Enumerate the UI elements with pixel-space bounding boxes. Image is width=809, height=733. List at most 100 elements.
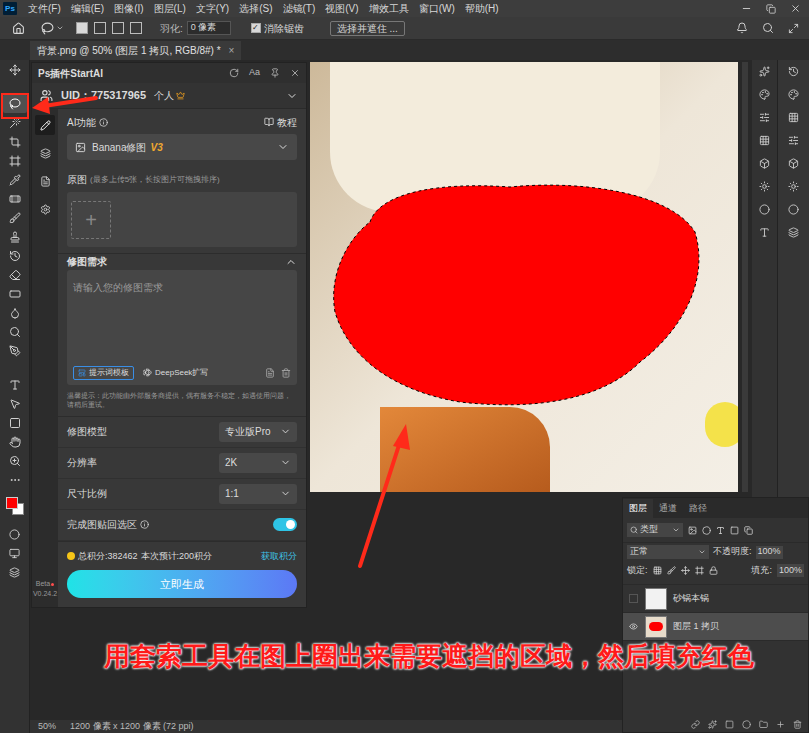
menu-item[interactable]: 图像(I) <box>109 4 148 14</box>
filter-icon[interactable] <box>730 526 739 535</box>
antialias-checkbox[interactable]: ✓ <box>251 23 261 33</box>
close-panel-icon[interactable] <box>290 68 300 78</box>
panel-icon[interactable] <box>759 204 770 215</box>
document-photo[interactable] <box>310 62 738 492</box>
lock-icon[interactable] <box>709 566 718 575</box>
mode-subtract[interactable] <box>112 22 124 34</box>
select-mask-button[interactable]: 选择并遮住 ... <box>330 21 405 36</box>
tool-button[interactable] <box>3 303 27 322</box>
setting-select[interactable]: 1:1 <box>219 484 297 504</box>
color-swatches[interactable] <box>3 491 27 521</box>
panel-tab[interactable]: 图层 <box>623 499 653 518</box>
ps-logo[interactable]: Ps <box>3 2 17 15</box>
function-select[interactable]: Banana修图V3 <box>67 134 297 160</box>
refresh-icon[interactable] <box>229 68 239 78</box>
tutorial-link[interactable]: 教程 <box>277 115 297 130</box>
filter-icon[interactable] <box>702 526 711 535</box>
layer-action-icon[interactable] <box>742 720 751 729</box>
filter-icon[interactable] <box>744 526 753 535</box>
chevron-down-icon[interactable] <box>286 90 298 102</box>
tool-button[interactable] <box>3 227 27 246</box>
trash-icon[interactable] <box>281 368 291 378</box>
lock-icon[interactable] <box>667 566 676 575</box>
lock-icon[interactable] <box>653 566 662 575</box>
feather-input[interactable]: 0 像素 <box>187 21 231 35</box>
notification-icon[interactable] <box>736 22 748 34</box>
panel-icon[interactable] <box>759 66 770 77</box>
menu-item[interactable]: 文件(F) <box>23 4 66 14</box>
tool-preset[interactable] <box>41 22 64 35</box>
request-header[interactable]: 修图需求 <box>58 253 306 270</box>
tool-button[interactable] <box>3 246 27 265</box>
opacity-input[interactable]: 100% <box>756 546 783 559</box>
tool-button[interactable] <box>3 375 27 394</box>
tool-button[interactable] <box>3 470 27 489</box>
layer-row[interactable]: 砂锅本锅 <box>623 585 808 613</box>
panel-icon[interactable] <box>759 135 770 146</box>
document-tab[interactable]: 背景.png @ 50% (图层 1 拷贝, RGB/8#) *× <box>30 41 241 60</box>
artboard-button[interactable] <box>9 563 20 582</box>
red-fill-selection[interactable] <box>310 62 738 492</box>
panel-icon[interactable] <box>759 158 770 169</box>
info-icon[interactable] <box>99 118 108 127</box>
panel-tab[interactable]: 路径 <box>683 499 713 518</box>
tool-button[interactable] <box>3 189 27 208</box>
layer-action-icon[interactable] <box>691 720 700 729</box>
restore-icon[interactable] <box>766 4 776 14</box>
layer-action-icon[interactable] <box>793 720 802 729</box>
filter-icon[interactable] <box>688 526 697 535</box>
vertical-scrollbar[interactable] <box>742 62 748 492</box>
layer-visibility[interactable] <box>627 622 639 631</box>
tool-button[interactable] <box>3 284 27 303</box>
tool-button[interactable] <box>3 170 27 189</box>
blend-mode-select[interactable]: 正常 <box>627 545 709 559</box>
zoom-level[interactable]: 50% <box>38 720 56 733</box>
tool-button[interactable] <box>3 451 27 470</box>
menu-item[interactable]: 帮助(H) <box>460 4 504 14</box>
layer-action-icon[interactable] <box>708 720 717 729</box>
minimize-icon[interactable] <box>741 3 752 14</box>
menu-item[interactable]: 滤镜(T) <box>278 4 321 14</box>
menu-item[interactable]: 增效工具 <box>364 4 414 14</box>
filter-icon[interactable] <box>716 526 725 535</box>
layer-visibility[interactable] <box>627 594 639 603</box>
template-button[interactable]: 提示词模板 <box>73 366 134 380</box>
pin-icon[interactable] <box>270 68 280 78</box>
panel-icon[interactable] <box>788 158 799 169</box>
screen-mode-button[interactable] <box>9 544 20 563</box>
panel-icon[interactable] <box>788 227 799 238</box>
menu-item[interactable]: 文字(Y) <box>191 4 234 14</box>
tool-button[interactable] <box>3 432 27 451</box>
lock-icon[interactable] <box>681 566 690 575</box>
foreground-color[interactable] <box>6 497 18 509</box>
info-icon[interactable] <box>140 520 149 529</box>
tool-button[interactable] <box>3 94 27 113</box>
panel-tab[interactable]: 通道 <box>653 499 683 518</box>
generate-button[interactable]: 立即生成 <box>67 570 297 598</box>
panel-icon[interactable] <box>759 227 770 238</box>
lock-icon[interactable] <box>695 566 704 575</box>
close-tab-button[interactable]: × <box>229 43 235 58</box>
panel-icon[interactable] <box>759 89 770 100</box>
panel-icon[interactable] <box>759 112 770 123</box>
tool-button[interactable] <box>3 265 27 284</box>
workspace-icon[interactable] <box>788 23 799 34</box>
layer-filter[interactable]: 类型 <box>627 523 683 537</box>
tool-button[interactable] <box>3 413 27 432</box>
layer-row[interactable]: 图层 1 拷贝 <box>623 613 808 641</box>
history-doc-icon[interactable] <box>265 368 275 378</box>
layer-action-icon[interactable] <box>759 720 768 729</box>
menu-item[interactable]: 窗口(W) <box>414 4 460 14</box>
panel-icon[interactable] <box>788 204 799 215</box>
deepseek-button[interactable]: DeepSeek扩写 <box>140 366 211 380</box>
tool-button[interactable] <box>3 132 27 151</box>
search-icon[interactable] <box>762 22 774 34</box>
fill-input[interactable]: 100% <box>777 564 804 577</box>
setting-toggle[interactable] <box>273 518 297 531</box>
tool-button[interactable] <box>3 151 27 170</box>
tool-button[interactable] <box>3 60 27 79</box>
setting-select[interactable]: 专业版Pro <box>219 422 297 442</box>
panel-icon[interactable] <box>788 181 799 192</box>
menu-item[interactable]: 选择(S) <box>234 4 277 14</box>
tool-button[interactable] <box>3 208 27 227</box>
